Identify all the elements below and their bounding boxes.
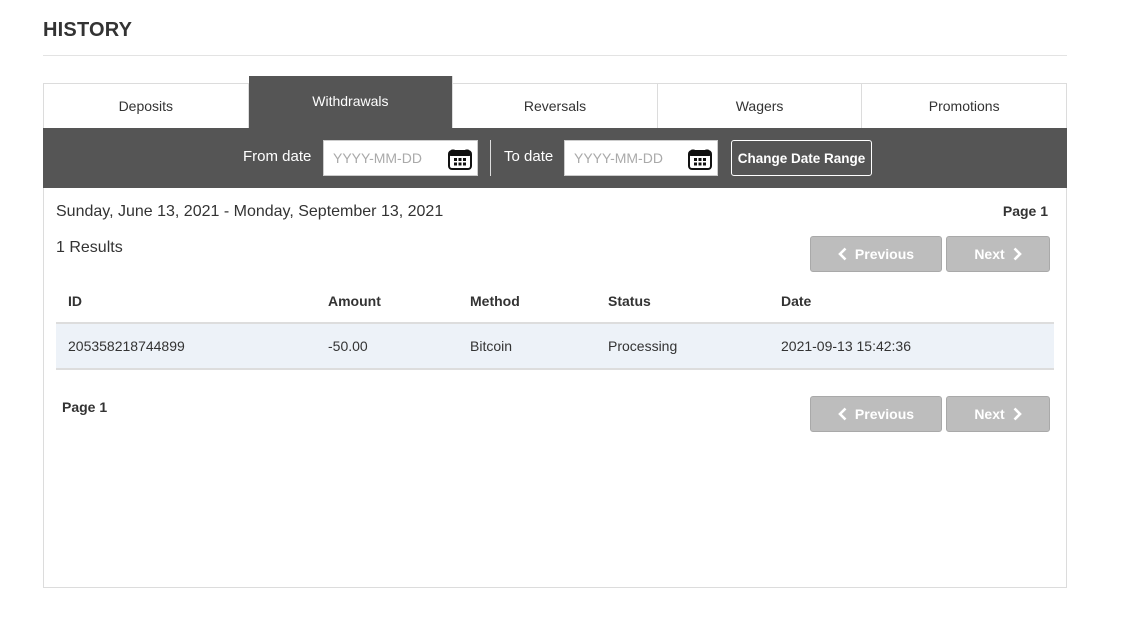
table-row: 205358218744899 -50.00 Bitcoin Processin… [56, 324, 1054, 370]
title-divider [43, 55, 1067, 56]
from-date-label: From date [243, 148, 312, 165]
withdrawals-table: ID Amount Method Status Date 20535821874… [56, 280, 1054, 370]
column-header-status: Status [608, 293, 651, 309]
next-label: Next [974, 246, 1005, 262]
tab-deposits[interactable]: Deposits [44, 84, 249, 128]
page-indicator-top: Page 1 [1002, 203, 1048, 219]
tab-promotions[interactable]: Promotions [862, 84, 1066, 128]
previous-button-top[interactable]: Previous [810, 236, 942, 272]
history-panel: Deposits Withdrawals Reversals Wagers Pr… [43, 76, 1067, 588]
chevron-right-icon [1013, 247, 1022, 261]
page-title: HISTORY [43, 19, 133, 41]
next-label: Next [974, 406, 1005, 422]
pagination-top: Previous Next [810, 236, 1050, 272]
cell-date: 2021-09-13 15:42:36 [781, 338, 911, 354]
cell-method: Bitcoin [470, 338, 513, 354]
column-header-id: ID [68, 293, 82, 309]
to-date-field [564, 140, 718, 176]
table-header: ID Amount Method Status Date [56, 280, 1054, 324]
to-date-input[interactable] [565, 141, 675, 175]
page-indicator-bottom: Page 1 [62, 399, 108, 415]
column-header-date: Date [781, 293, 812, 309]
tab-wagers[interactable]: Wagers [657, 84, 863, 128]
calendar-icon[interactable] [448, 146, 472, 170]
previous-button-bottom[interactable]: Previous [810, 396, 942, 432]
change-date-range-button[interactable]: Change Date Range [731, 140, 872, 176]
column-header-amount: Amount [328, 293, 381, 309]
tab-withdrawals[interactable]: Withdrawals [248, 76, 454, 128]
filter-divider [490, 140, 491, 176]
history-tabs: Deposits Withdrawals Reversals Wagers Pr… [44, 76, 1066, 128]
cell-id: 205358218744899 [68, 338, 185, 354]
date-range-text: Sunday, June 13, 2021 - Monday, Septembe… [56, 203, 444, 220]
cell-status: Processing [608, 338, 678, 354]
column-header-method: Method [470, 293, 520, 309]
tab-reversals[interactable]: Reversals [453, 84, 658, 128]
chevron-left-icon [838, 407, 847, 421]
results-count: 1 Results [56, 239, 123, 256]
from-date-field [323, 140, 478, 176]
to-date-label: To date [504, 148, 554, 165]
chevron-right-icon [1013, 407, 1022, 421]
pagination-bottom: Previous Next [810, 396, 1050, 432]
date-filter-bar: From date To date [43, 128, 1067, 188]
previous-label: Previous [854, 406, 915, 422]
cell-amount: -50.00 [328, 338, 368, 354]
next-button-bottom[interactable]: Next [946, 396, 1050, 432]
next-button-top[interactable]: Next [946, 236, 1050, 272]
calendar-icon[interactable] [688, 146, 712, 170]
previous-label: Previous [854, 246, 915, 262]
from-date-input[interactable] [324, 141, 434, 175]
chevron-left-icon [838, 247, 847, 261]
